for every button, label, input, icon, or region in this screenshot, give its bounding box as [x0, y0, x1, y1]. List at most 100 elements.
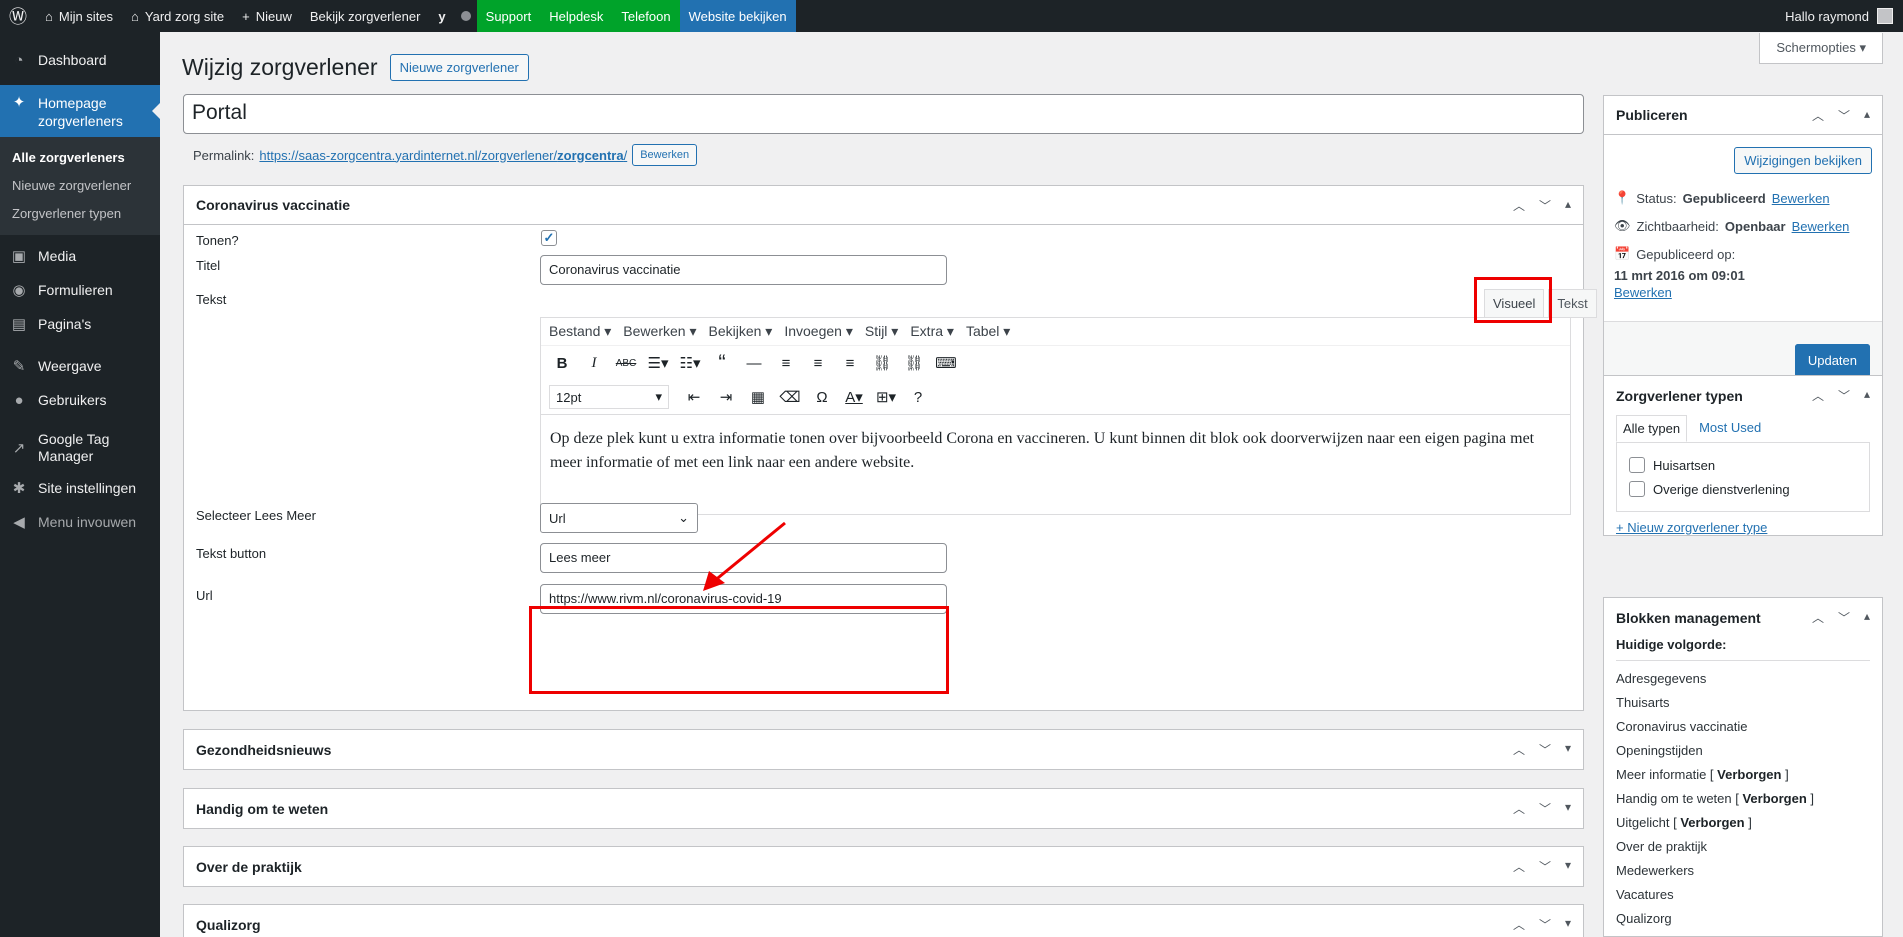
chevron-down-icon[interactable]: ﹀	[1539, 858, 1551, 875]
blocks-header[interactable]: Blokken management ︿ ﹀ ▴	[1604, 598, 1882, 637]
chevron-up-icon[interactable]: ︿	[1812, 609, 1824, 626]
metabox-header[interactable]: Coronavirus vaccinatie ︿ ﹀ ▴	[184, 186, 1583, 225]
numbered-list-icon[interactable]: ☷▾	[677, 350, 703, 376]
permalink-link[interactable]: https://saas-zorgcentra.yardinternet.nl/…	[259, 148, 627, 163]
chevron-up-icon[interactable]: ︿	[1513, 800, 1525, 817]
submenu-types[interactable]: Zorgverlener typen	[0, 200, 160, 228]
font-size-select[interactable]: 12pt ▾	[549, 385, 669, 409]
new-zorgverlener-button[interactable]: Nieuwe zorgverlener	[389, 54, 529, 81]
align-left-icon[interactable]: ≡	[773, 350, 799, 376]
text-color-icon[interactable]: A▾	[841, 384, 867, 410]
screen-options-button[interactable]: Schermopties ▾	[1759, 33, 1883, 64]
chevron-up-icon[interactable]: ︿	[1513, 858, 1525, 875]
menu-style[interactable]: Stijl ▾	[865, 323, 898, 340]
menu-appearance[interactable]: ✎ Weergave	[0, 349, 160, 383]
menu-extra[interactable]: Extra ▾	[910, 323, 954, 340]
toggle-icon[interactable]: ▴	[1864, 609, 1870, 626]
menu-collapse[interactable]: ◀ Menu invouwen	[0, 505, 160, 539]
list-item[interactable]: Coronavirus vaccinatie	[1604, 715, 1882, 739]
menu-forms[interactable]: ◉ Formulieren	[0, 273, 160, 307]
submenu-new[interactable]: Nieuwe zorgverlener	[0, 172, 160, 200]
tab-most-used[interactable]: Most Used	[1699, 415, 1761, 442]
submenu-all[interactable]: Alle zorgverleners	[0, 144, 160, 172]
list-item[interactable]: Qualizorg	[1604, 907, 1882, 931]
corona-title-input[interactable]: Coronavirus vaccinatie	[540, 255, 947, 285]
bold-icon[interactable]: B	[549, 350, 575, 376]
my-sites-link[interactable]: ⌂ Mijn sites	[36, 0, 122, 32]
special-char-icon[interactable]: Ω	[809, 384, 835, 410]
helpdesk-link[interactable]: Helpdesk	[540, 0, 613, 32]
menu-gtm[interactable]: ↗ Google Tag Manager	[0, 425, 160, 471]
wordpress-logo-icon[interactable]: Ⓦ	[0, 0, 36, 32]
view-website-link[interactable]: Website bekijken	[679, 0, 796, 32]
toggle-icon[interactable]: ▴	[1565, 197, 1571, 214]
align-center-icon[interactable]: ≡	[805, 350, 831, 376]
list-item[interactable]: Thuisarts	[1604, 691, 1882, 715]
editor-content[interactable]: Op deze plek kunt u extra informatie ton…	[541, 414, 1570, 514]
edit-visibility-link[interactable]: Bewerken	[1792, 219, 1850, 234]
add-type-link[interactable]: + Nieuw zorgverlener type	[1616, 520, 1767, 535]
list-item[interactable]: Meer informatie [ Verborgen ]	[1604, 763, 1882, 787]
menu-insert[interactable]: Invoegen ▾	[784, 323, 853, 340]
tab-all-types[interactable]: Alle typen	[1616, 415, 1688, 442]
italic-icon[interactable]: I	[581, 350, 607, 376]
chevron-down-icon[interactable]: ﹀	[1539, 741, 1551, 758]
toggle-icon[interactable]: ▴	[1864, 107, 1870, 124]
bullet-list-icon[interactable]: ☰▾	[645, 350, 671, 376]
chevron-down-icon[interactable]: ﹀	[1539, 916, 1551, 933]
link-icon[interactable]: ⛓	[869, 350, 895, 376]
menu-dashboard[interactable]: ◔ Dashboard	[0, 43, 160, 77]
view-post-link[interactable]: Bekijk zorgverlener	[301, 0, 430, 32]
type-option[interactable]: Overige dienstverlening	[1629, 477, 1857, 501]
align-right-icon[interactable]: ≡	[837, 350, 863, 376]
list-item[interactable]: Handig om te weten [ Verborgen ]	[1604, 787, 1882, 811]
strikethrough-icon[interactable]: ABC	[613, 350, 639, 376]
menu-users[interactable]: ● Gebruikers	[0, 383, 160, 417]
chevron-down-icon[interactable]: ﹀	[1838, 609, 1850, 626]
list-item[interactable]: Uitgelicht [ Verborgen ]	[1604, 811, 1882, 835]
types-header[interactable]: Zorgverlener typen ︿ ﹀ ▴	[1604, 376, 1882, 415]
tab-text[interactable]: Tekst	[1548, 289, 1597, 318]
keyboard-icon[interactable]: ⌨	[933, 350, 959, 376]
menu-edit[interactable]: Bewerken ▾	[623, 323, 696, 340]
chevron-down-icon[interactable]: ﹀	[1539, 800, 1551, 817]
update-button[interactable]: Updaten	[1794, 344, 1870, 377]
table-icon[interactable]: ⊞▾	[873, 384, 899, 410]
preview-changes-button[interactable]: Wijzigingen bekijken	[1734, 147, 1872, 174]
yoast-icon[interactable]: y	[429, 0, 454, 32]
phone-link[interactable]: Telefoon	[612, 0, 680, 32]
chevron-down-icon[interactable]: ﹀	[1539, 197, 1551, 214]
menu-pages[interactable]: ▤ Pagina's	[0, 307, 160, 341]
toggle-icon[interactable]: ▾	[1565, 916, 1571, 933]
menu-homepage-zorgverleners[interactable]: ✦ Homepage zorgverleners	[0, 85, 160, 137]
chevron-up-icon[interactable]: ︿	[1513, 741, 1525, 758]
readmore-select[interactable]: Url ⌄	[540, 503, 698, 533]
indent-icon[interactable]: ⇥	[713, 384, 739, 410]
outdent-icon[interactable]: ⇤	[681, 384, 707, 410]
menu-view[interactable]: Bekijken ▾	[708, 323, 772, 340]
chevron-up-icon[interactable]: ︿	[1513, 916, 1525, 933]
eraser-icon[interactable]: ⌫	[777, 384, 803, 410]
support-link[interactable]: Support	[476, 0, 541, 32]
list-item[interactable]: Vacatures	[1604, 883, 1882, 907]
chevron-up-icon[interactable]: ︿	[1812, 387, 1824, 404]
type-checkbox[interactable]	[1629, 481, 1645, 497]
account-menu[interactable]: Hallo raymond	[1785, 8, 1903, 24]
toggle-icon[interactable]: ▴	[1864, 387, 1870, 404]
list-item[interactable]: Over de praktijk	[1604, 835, 1882, 859]
site-name-link[interactable]: ⌂ Yard zorg site	[122, 0, 233, 32]
show-checkbox[interactable]: ✓	[541, 230, 557, 246]
edit-date-link[interactable]: Bewerken	[1614, 285, 1672, 300]
toggle-icon[interactable]: ▾	[1565, 858, 1571, 875]
menu-table[interactable]: Tabel ▾	[966, 323, 1010, 340]
chevron-up-icon[interactable]: ︿	[1812, 107, 1824, 124]
menu-site-settings[interactable]: ✱ Site instellingen	[0, 471, 160, 505]
toggle-icon[interactable]: ▾	[1565, 741, 1571, 758]
permalink-edit-button[interactable]: Bewerken	[632, 144, 698, 166]
new-content-link[interactable]: + Nieuw	[233, 0, 301, 32]
chevron-down-icon[interactable]: ﹀	[1838, 107, 1850, 124]
unlink-icon[interactable]: ⛓	[901, 350, 927, 376]
blockquote-icon[interactable]: “	[709, 350, 735, 376]
type-option[interactable]: Huisartsen	[1629, 453, 1857, 477]
list-item[interactable]: Medewerkers	[1604, 859, 1882, 883]
